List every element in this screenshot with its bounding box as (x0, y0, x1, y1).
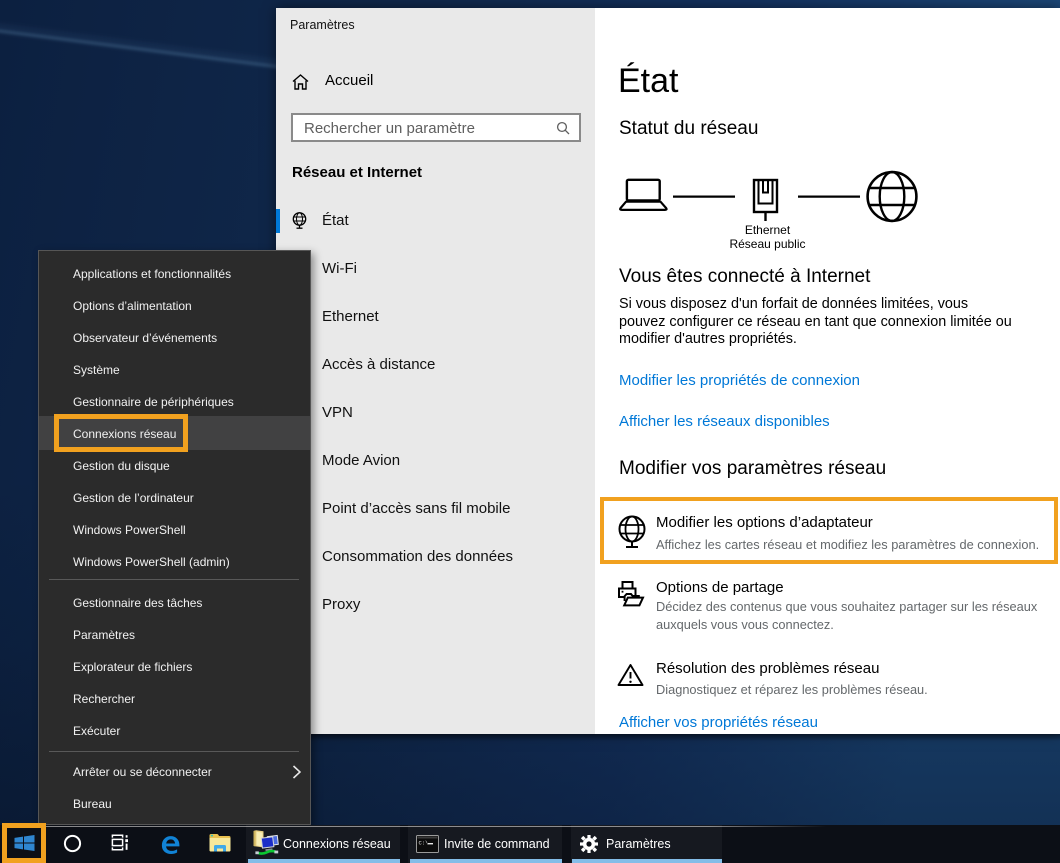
svg-text:C:\: C:\ (419, 840, 429, 847)
